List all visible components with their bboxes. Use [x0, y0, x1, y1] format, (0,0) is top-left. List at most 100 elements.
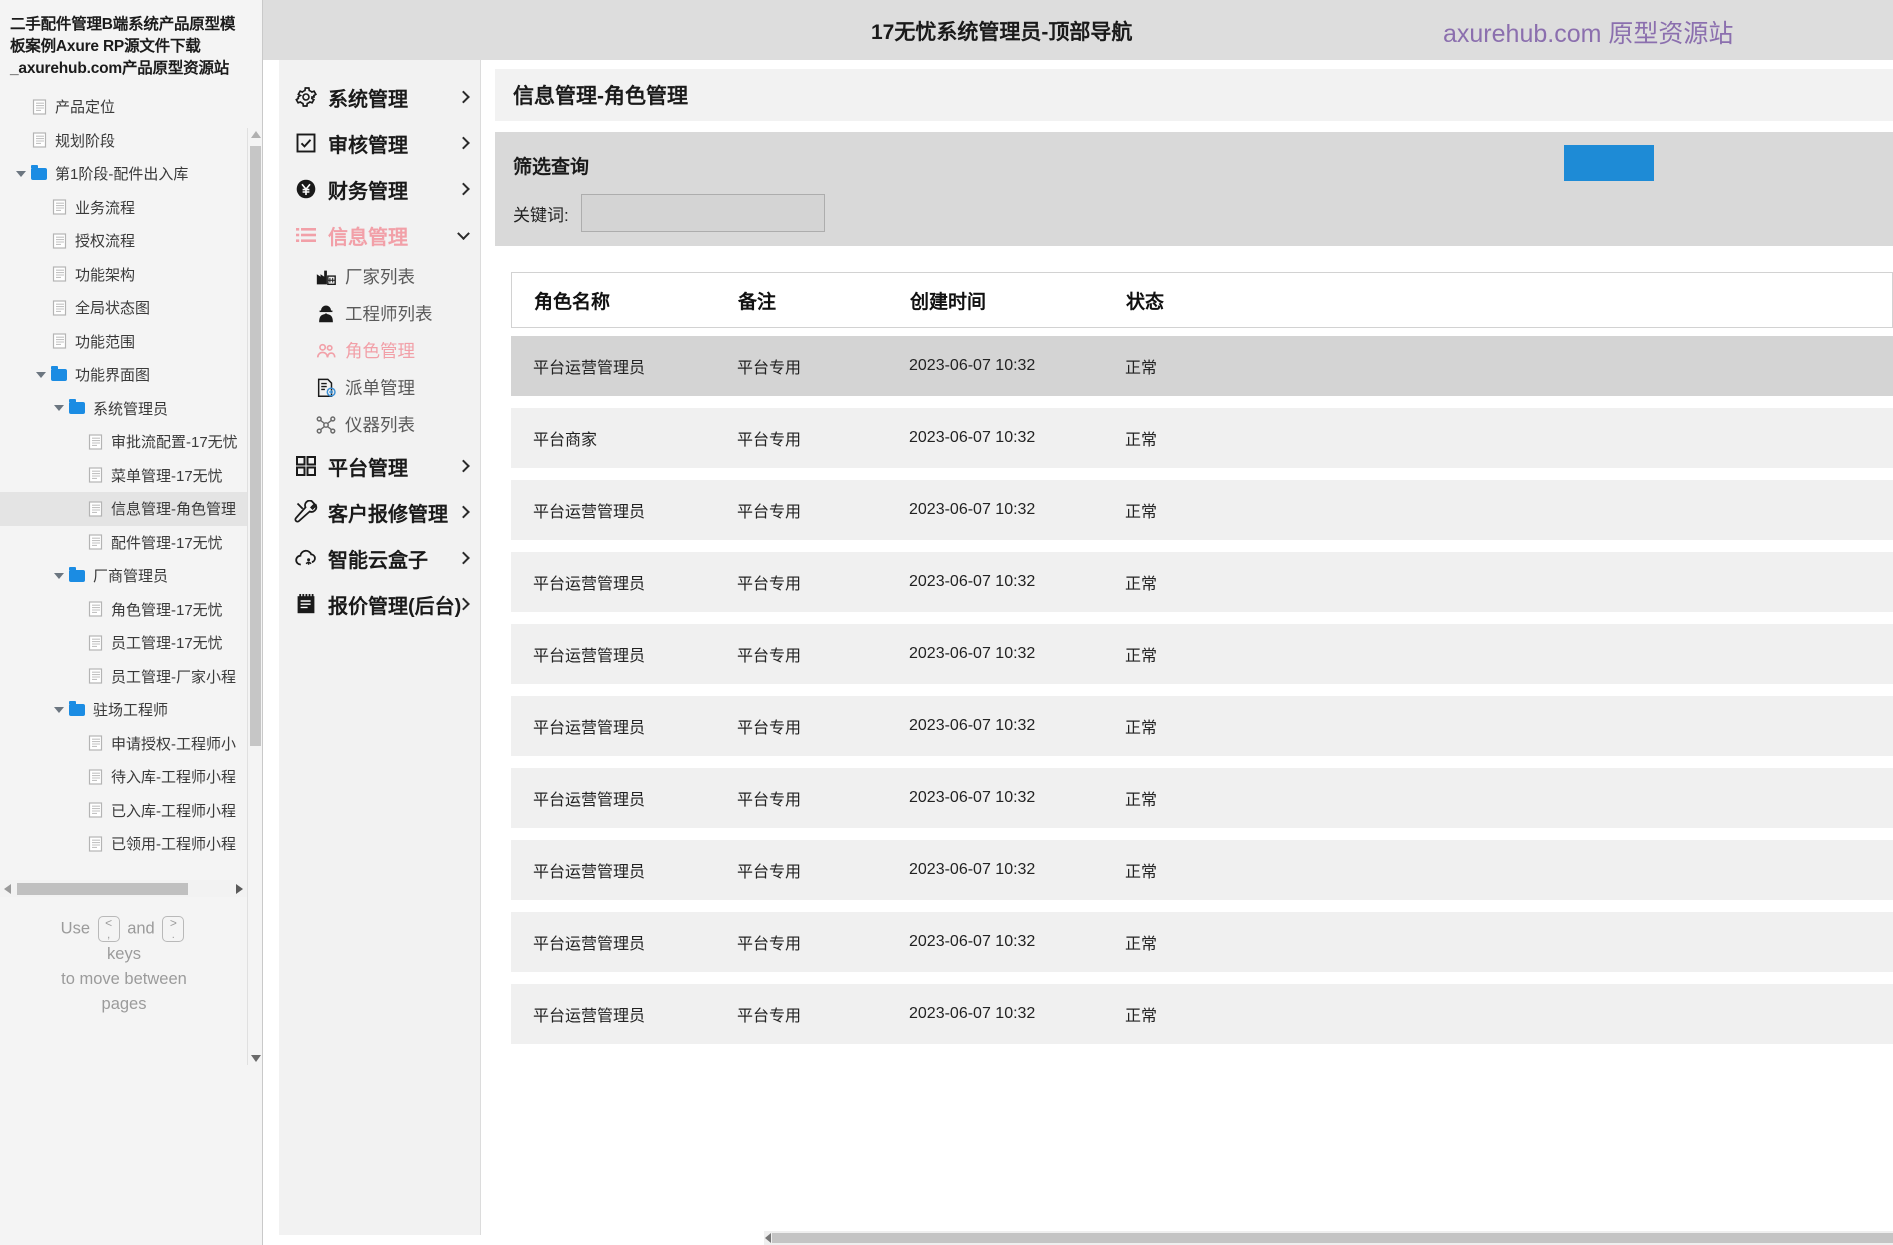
chevron-right-icon[interactable]	[457, 505, 470, 519]
nav-item-top[interactable]: 平台管理	[279, 443, 480, 489]
table-row[interactable]: 平台商家 平台专用 2023-06-07 10:32 正常	[511, 408, 1893, 468]
sitemap-node[interactable]: 系统管理员	[0, 392, 262, 426]
cell-note: 平台专用	[737, 504, 802, 521]
page-icon	[86, 467, 104, 483]
table-row[interactable]: 平台运营管理员 平台专用 2023-06-07 10:32 正常	[511, 768, 1893, 828]
sitemap-node-label: 厂商管理员	[93, 568, 169, 586]
sitemap-horizontal-scrollbar[interactable]	[0, 880, 248, 897]
scrollbar-thumb[interactable]	[250, 146, 261, 746]
nav-item-top[interactable]: 客户报修管理	[279, 489, 480, 535]
folder-icon	[68, 566, 86, 584]
scroll-right-arrow-icon[interactable]	[236, 884, 243, 894]
tree-expand-caret-icon[interactable]	[12, 170, 30, 177]
sitemap-node[interactable]: 已领用-工程师小程	[0, 827, 262, 861]
sitemap-node[interactable]: 驻场工程师	[0, 693, 262, 727]
nav-item-top[interactable]: 财务管理	[279, 166, 480, 212]
nav-item-top[interactable]: 报价管理(后台)	[279, 581, 480, 627]
scroll-down-arrow-icon[interactable]	[251, 1055, 261, 1062]
nav-item-sub[interactable]: 派单管理	[279, 369, 480, 406]
table-row[interactable]: 平台运营管理员 平台专用 2023-06-07 10:32 正常	[511, 912, 1893, 972]
table-row[interactable]: 平台运营管理员 平台专用 2023-06-07 10:32 正常	[511, 696, 1893, 756]
sitemap-vertical-scrollbar[interactable]	[247, 128, 262, 1065]
nav-item-sub[interactable]: 仪器列表	[279, 406, 480, 443]
tree-expand-caret-icon[interactable]	[50, 405, 68, 412]
sitemap-node[interactable]: 业务流程	[0, 191, 262, 225]
sitemap-node[interactable]: 产品定位	[0, 90, 262, 124]
sitemap-node[interactable]: 员工管理-厂家小程	[0, 660, 262, 694]
tree-expand-caret-icon[interactable]	[32, 371, 50, 378]
page-icon	[86, 802, 104, 818]
nav-item-sub[interactable]: 工程师列表	[279, 295, 480, 332]
column-header[interactable]: 状态	[1126, 287, 1266, 314]
sitemap-node[interactable]: 信息管理-角色管理	[0, 492, 262, 526]
chevron-right-icon[interactable]	[457, 182, 470, 196]
sitemap-node[interactable]: 规划阶段	[0, 124, 262, 158]
search-button[interactable]	[1564, 145, 1654, 181]
nav-item-sub[interactable]: 角色管理	[279, 332, 480, 369]
next-key-bottom-glyph: .	[171, 929, 175, 941]
sitemap-node[interactable]: 审批流配置-17无忧	[0, 425, 262, 459]
table-row[interactable]: 平台运营管理员 平台专用 2023-06-07 10:32 正常	[511, 840, 1893, 900]
cell-status: 正常	[1125, 864, 1158, 881]
scroll-up-arrow-icon[interactable]	[251, 131, 261, 138]
tree-expand-caret-icon[interactable]	[50, 706, 68, 713]
chevron-right-icon[interactable]	[457, 136, 470, 150]
nav-item-label: 智能云盒子	[328, 549, 428, 572]
content-horizontal-scrollbar[interactable]	[764, 1231, 1893, 1245]
page-icon	[30, 99, 48, 115]
sitemap-node[interactable]: 第1阶段-配件出入库	[0, 157, 262, 191]
hint-use-text: Use	[60, 919, 91, 938]
nav-item-top[interactable]: 系统管理	[279, 74, 480, 120]
keyword-input[interactable]	[580, 194, 825, 232]
sitemap-node[interactable]: 已入库-工程师小程	[0, 794, 262, 828]
sitemap-node[interactable]: 功能架构	[0, 258, 262, 292]
top-header-bar: 17无忧系统管理员-顶部导航 axurehub.com 原型资源站	[263, 0, 1893, 60]
sitemap-node[interactable]: 全局状态图	[0, 291, 262, 325]
column-header[interactable]: 备注	[738, 287, 910, 314]
nav-item-top[interactable]: 信息管理	[279, 212, 480, 258]
nav-item-top[interactable]: 智能云盒子	[279, 535, 480, 581]
sitemap-node[interactable]: 配件管理-17无忧	[0, 526, 262, 560]
sitemap-node-label: 角色管理-17无忧	[111, 601, 223, 619]
table-row[interactable]: 平台运营管理员 平台专用 2023-06-07 10:32 正常	[511, 552, 1893, 612]
page-icon	[30, 132, 48, 148]
sitemap-node[interactable]: 厂商管理员	[0, 559, 262, 593]
sitemap-node-label: 配件管理-17无忧	[111, 534, 223, 552]
cell-status: 正常	[1125, 792, 1158, 809]
table-row[interactable]: 平台运营管理员 平台专用 2023-06-07 10:32 正常	[511, 984, 1893, 1044]
chevron-right-icon[interactable]	[457, 90, 470, 104]
nav-item-sub[interactable]: 厂家列表	[279, 258, 480, 295]
sitemap-node[interactable]: 员工管理-17无忧	[0, 626, 262, 660]
nav-item-label: 厂家列表	[345, 267, 415, 287]
cell-name: 平台运营管理员	[533, 936, 646, 953]
chevron-right-icon[interactable]	[457, 551, 470, 565]
scroll-left-arrow-icon[interactable]	[4, 884, 11, 894]
table-row[interactable]: 平台运营管理员 平台专用 2023-06-07 10:32 正常	[511, 624, 1893, 684]
sitemap-node[interactable]: 菜单管理-17无忧	[0, 459, 262, 493]
column-header[interactable]: 创建时间	[910, 287, 1126, 314]
sitemap-node-label: 产品定位	[55, 99, 116, 117]
sitemap-tree[interactable]: 产品定位规划阶段 第1阶段-配件出入库 业务流程 授权流程 功能架构 全局状态图功能范围功…	[0, 88, 262, 861]
list-icon	[293, 222, 319, 248]
sitemap-node[interactable]: 角色管理-17无忧	[0, 593, 262, 627]
table-row[interactable]: 平台运营管理员 平台专用 2023-06-07 10:32 正常	[511, 480, 1893, 540]
nav-item-top[interactable]: 审核管理	[279, 120, 480, 166]
sitemap-node[interactable]: 待入库-工程师小程	[0, 760, 262, 794]
scrollbar-thumb[interactable]	[17, 883, 188, 895]
main-navigation-menu[interactable]: 系统管理 审核管理财务管理信息管理厂家列表工程师列表 角色管理 派单管理 仪器列表 平台管…	[279, 60, 481, 1235]
sitemap-node[interactable]: 授权流程	[0, 224, 262, 258]
sitemap-node[interactable]: 功能界面图	[0, 358, 262, 392]
chevron-down-icon[interactable]	[457, 227, 470, 241]
table-row[interactable]: 平台运营管理员 平台专用 2023-06-07 10:32 正常	[511, 336, 1893, 396]
sitemap-node[interactable]: 申请授权-工程师小	[0, 727, 262, 761]
tree-expand-caret-icon[interactable]	[50, 572, 68, 579]
chevron-right-icon[interactable]	[457, 459, 470, 473]
engineer-icon	[315, 303, 337, 325]
scrollbar-thumb[interactable]	[772, 1233, 1893, 1243]
sitemap-node[interactable]: 功能范围	[0, 325, 262, 359]
scroll-left-arrow-icon[interactable]	[765, 1233, 771, 1243]
nav-item-label: 客户报修管理	[328, 503, 448, 526]
column-header[interactable]: 角色名称	[512, 287, 738, 314]
sitemap-node-label: 功能范围	[75, 333, 136, 351]
nav-item-label: 财务管理	[328, 180, 408, 203]
